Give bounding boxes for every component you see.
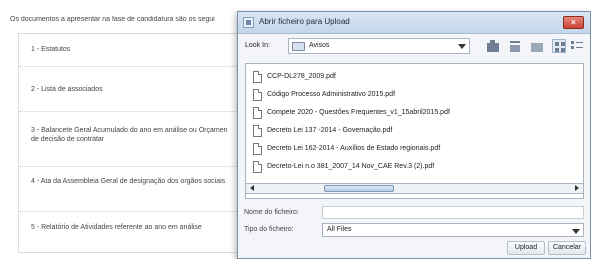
file-name-input[interactable]: [322, 206, 584, 219]
document-row: 3 - Balancete Geral Acumulado do ano em …: [19, 112, 243, 167]
file-type-select[interactable]: All Files: [322, 223, 584, 237]
documents-table: 1 - Estatutos 2 - Lista de associados 3 …: [18, 33, 243, 254]
new-folder-icon[interactable]: [530, 39, 544, 53]
document-row: 5 - Relatório de Atividades referente ao…: [19, 212, 243, 254]
cancel-button[interactable]: Cancelar: [548, 241, 586, 255]
file-name: Decreto-Lei n.o 381_2007_14 Nov_CAE Rev.…: [267, 163, 435, 170]
home-icon[interactable]: [508, 39, 522, 53]
document-label: 4 - Ata da Assembleia Geral de designaçã…: [31, 178, 226, 185]
file-name: Decreto Lei 137 -2014 - Governação.pdf: [267, 127, 393, 134]
pdf-file-icon: [253, 89, 262, 101]
file-type-label: Tipo do ficheiro:: [244, 226, 294, 233]
pdf-file-icon: [253, 143, 262, 155]
document-label: 2 - Lista de associados: [31, 86, 103, 93]
chevron-down-icon: [572, 229, 580, 234]
scrollbar-thumb[interactable]: [324, 185, 394, 192]
document-label: 5 - Relatório de Atividades referente ao…: [31, 224, 202, 231]
document-row: 2 - Lista de associados: [19, 67, 243, 112]
file-name: Decreto Lei 162-2014 - Auxílios de Estad…: [267, 145, 441, 152]
scroll-left-icon[interactable]: [248, 185, 257, 192]
document-label: 1 - Estatutos: [31, 46, 71, 53]
file-list[interactable]: CCP-DL278_2009.pdf Código Processo Admin…: [245, 63, 584, 199]
dialog-titlebar[interactable]: Abrir ficheiro para Upload ×: [238, 12, 590, 34]
file-item[interactable]: Decreto-Lei n.o 381_2007_14 Nov_CAE Rev.…: [253, 161, 553, 174]
file-name-label: Nome do ficheiro:: [244, 209, 299, 216]
java-app-icon: [243, 17, 254, 28]
document-label-continued: de decisão de contratar: [31, 136, 105, 143]
file-item[interactable]: Decreto Lei 162-2014 - Auxílios de Estad…: [253, 143, 553, 156]
details-view-icon[interactable]: [570, 39, 584, 53]
look-in-select[interactable]: Avisos: [288, 38, 470, 54]
file-item[interactable]: CCP-DL278_2009.pdf: [253, 71, 553, 84]
chevron-down-icon: [458, 44, 466, 49]
horizontal-scrollbar[interactable]: [245, 183, 584, 194]
file-open-dialog: Abrir ficheiro para Upload × Look In: Av…: [237, 11, 591, 259]
look-in-label: Look In:: [245, 42, 270, 49]
file-item[interactable]: Código Processo Administrativo 2015.pdf: [253, 89, 553, 102]
intro-text: Os documentos a apresentar na fase de ca…: [10, 16, 215, 23]
close-button[interactable]: ×: [563, 16, 584, 29]
document-row: 4 - Ata da Assembleia Geral de designaçã…: [19, 167, 243, 212]
file-name: Código Processo Administrativo 2015.pdf: [267, 91, 396, 98]
pdf-file-icon: [253, 125, 262, 137]
pdf-file-icon: [253, 161, 262, 173]
pdf-file-icon: [253, 107, 262, 119]
pdf-file-icon: [253, 71, 262, 83]
up-folder-icon[interactable]: [486, 39, 500, 53]
file-item[interactable]: Decreto Lei 137 -2014 - Governação.pdf: [253, 125, 553, 138]
scroll-right-icon[interactable]: [572, 185, 581, 192]
folder-icon: [292, 42, 305, 51]
file-name: CCP-DL278_2009.pdf: [267, 73, 336, 80]
document-row: 1 - Estatutos: [19, 34, 243, 67]
look-in-value: Avisos: [309, 42, 330, 49]
file-item[interactable]: Compete 2020 - Questões Frequentes_v1_15…: [253, 107, 553, 120]
file-type-value: All Files: [327, 226, 352, 233]
list-view-icon[interactable]: [552, 39, 566, 53]
file-name: Compete 2020 - Questões Frequentes_v1_15…: [267, 109, 450, 116]
document-label: 3 - Balancete Geral Acumulado do ano em …: [31, 127, 228, 134]
dialog-title: Abrir ficheiro para Upload: [259, 17, 350, 26]
upload-button[interactable]: Upload: [507, 241, 545, 255]
